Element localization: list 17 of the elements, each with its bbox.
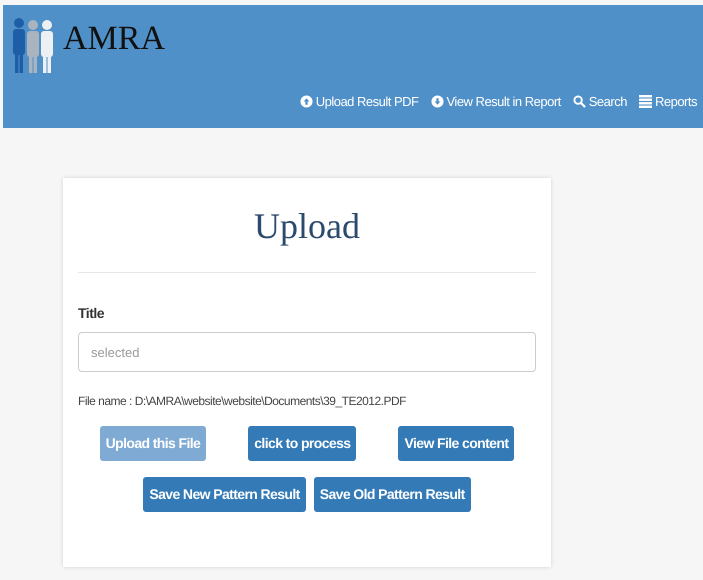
action-button[interactable]: Save New Pattern Result [143, 477, 306, 512]
arrow-up-circle-icon [300, 94, 313, 108]
title-field[interactable]: selected [78, 332, 536, 372]
list-icon [638, 94, 652, 108]
file-name-text: File name : D:\AMRA\website\website\Documents\39_TE2012.PDF [78, 393, 407, 410]
nav-link[interactable]: View Result in Report [430, 92, 561, 111]
action-button[interactable]: click to process [248, 426, 356, 461]
nav-link[interactable]: Reports [638, 92, 697, 111]
field-label: Title [78, 304, 106, 323]
action-button[interactable]: Save Old Pattern Result [314, 477, 471, 512]
card-title: Upload [78, 208, 536, 273]
arrow-down-circle-icon [430, 94, 444, 108]
search-icon [572, 94, 586, 108]
nav-link[interactable]: Search [572, 92, 627, 111]
nav-link[interactable]: Upload Result PDF [300, 92, 418, 111]
action-button[interactable]: View File content [398, 426, 514, 461]
logo-text: AMRA [63, 22, 166, 56]
